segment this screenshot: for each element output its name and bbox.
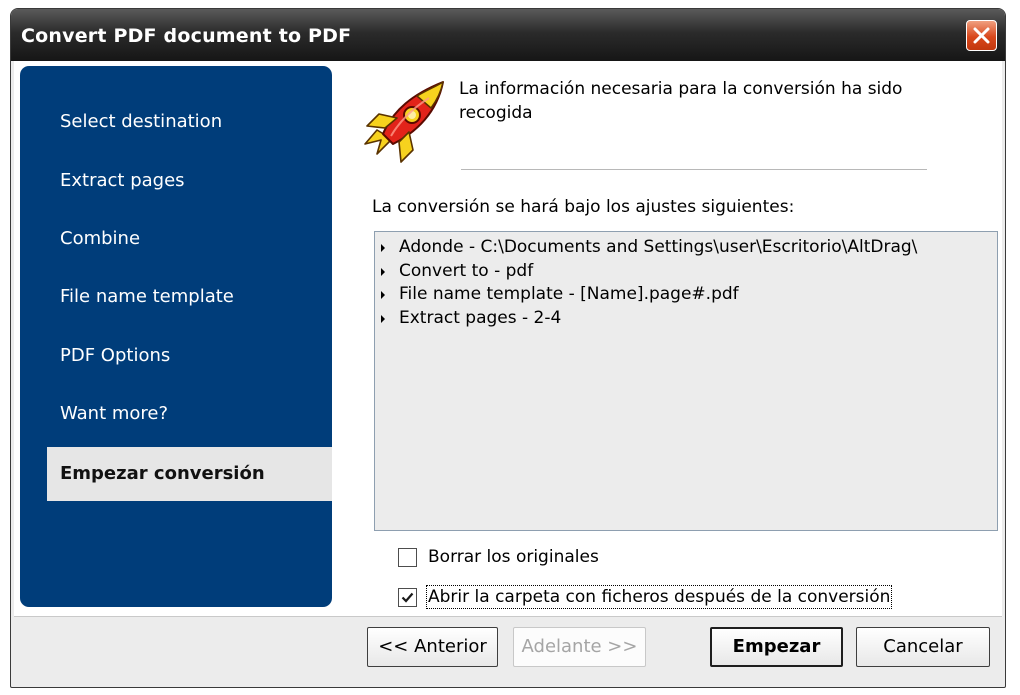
title-bar[interactable]: Convert PDF document to PDF (11, 9, 1005, 61)
checkbox-checked[interactable] (398, 588, 417, 607)
previous-button[interactable]: << Anterior (367, 627, 498, 667)
next-button[interactable]: Adelante >> (513, 627, 646, 667)
sidebar-item-empezar-conversion[interactable]: Empezar conversión (47, 447, 332, 501)
settings-list: Adonde - C:\Documents and Settings\user\… (379, 236, 917, 330)
dialog-window: Convert PDF document to PDF Select desti… (10, 8, 1006, 688)
sidebar-item-file-name-template[interactable]: File name template (20, 272, 332, 322)
info-text: La información necesaria para la convers… (459, 79, 903, 123)
sidebar-item-pdf-options[interactable]: PDF Options (20, 331, 332, 381)
setting-text: Adonde - C:\Documents and Settings\user\… (399, 237, 918, 257)
bullet-icon (381, 244, 385, 252)
list-item: Extract pages - 2-4 (379, 307, 917, 331)
settings-summary-box[interactable]: Adonde - C:\Documents and Settings\user\… (374, 231, 998, 531)
list-item: Adonde - C:\Documents and Settings\user\… (379, 236, 917, 260)
bullet-icon (381, 291, 385, 299)
setting-text: File name template - [Name].page#.pdf (399, 284, 739, 304)
list-item: Convert to - pdf (379, 260, 917, 284)
content-area: Select destination Extract pages Combine… (14, 61, 1002, 617)
sidebar-item-combine[interactable]: Combine (20, 214, 332, 264)
start-button[interactable]: Empezar (710, 627, 843, 667)
sidebar: Select destination Extract pages Combine… (20, 66, 332, 607)
sidebar-item-select-destination[interactable]: Select destination (20, 97, 332, 147)
close-button[interactable] (966, 20, 997, 51)
sidebar-item-want-more[interactable]: Want more? (20, 389, 332, 439)
sidebar-item-extract-pages[interactable]: Extract pages (20, 156, 332, 206)
checkbox-label: Abrir la carpeta con ficheros después de… (425, 585, 893, 609)
checkmark-icon (401, 592, 414, 603)
checkbox-unchecked[interactable] (398, 548, 417, 567)
separator (461, 169, 927, 170)
setting-text: Convert to - pdf (399, 260, 534, 281)
setting-text: Extract pages - 2-4 (399, 307, 562, 328)
window-title: Convert PDF document to PDF (21, 25, 352, 47)
bullet-icon (381, 267, 385, 276)
rocket-icon (364, 81, 444, 163)
list-item: File name template - [Name].page#.pdf (379, 283, 917, 307)
checkbox-label: Borrar los originales (428, 547, 599, 567)
settings-label: La conversión se hará bajo los ajustes s… (372, 197, 795, 217)
cancel-button[interactable]: Cancelar (856, 627, 990, 667)
bullet-icon (381, 314, 385, 323)
close-icon (973, 27, 990, 44)
